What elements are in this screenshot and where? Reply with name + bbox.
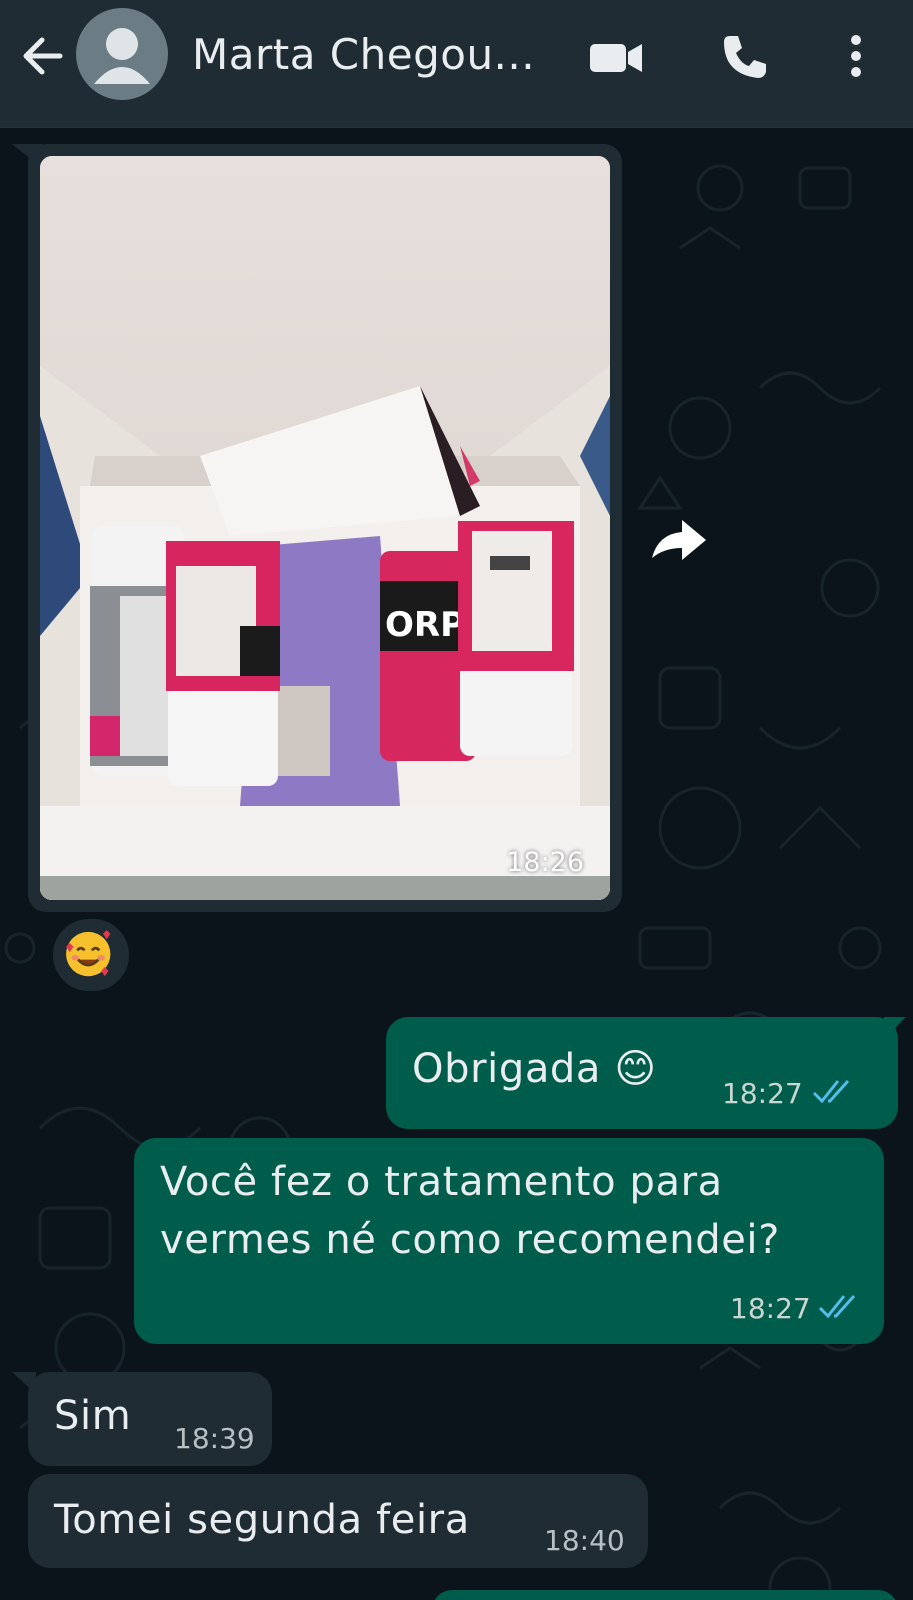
message-reaction[interactable]: [50, 916, 132, 994]
incoming-message[interactable]: Tomei segunda feira 18:40: [28, 1474, 648, 1568]
image-message[interactable]: ORP 18:26: [28, 144, 622, 912]
more-vertical-icon: [851, 35, 861, 77]
message-time: 18:40: [544, 1524, 625, 1557]
voice-call-button[interactable]: [714, 28, 774, 88]
contact-name[interactable]: Marta Chegou...: [192, 30, 535, 79]
message-text: Obrigada 😊: [412, 1046, 657, 1092]
smiling-face-with-hearts-icon: [66, 930, 111, 977]
message-text: Tomei segunda feira: [54, 1497, 470, 1543]
contact-avatar[interactable]: [76, 8, 168, 100]
back-button[interactable]: [16, 28, 72, 84]
forward-arrow-icon: [652, 520, 706, 560]
message-time: 18:27: [730, 1292, 811, 1325]
double-check-icon: [812, 1079, 850, 1104]
arrow-left-icon: [23, 37, 63, 75]
forward-button[interactable]: [646, 502, 722, 578]
video-call-button[interactable]: [586, 28, 646, 88]
svg-text:ORP: ORP: [385, 605, 465, 645]
chat-header: Marta Chegou...: [0, 0, 913, 128]
message-photo[interactable]: ORP 18:26: [40, 156, 610, 900]
message-text-line-1: Você fez o tratamento para: [160, 1159, 723, 1205]
outgoing-message-partial: [432, 1590, 898, 1600]
outgoing-message[interactable]: Obrigada 😊 18:27: [386, 1017, 898, 1129]
video-camera-icon: [590, 44, 642, 72]
person-icon: [94, 28, 150, 84]
double-check-icon: [818, 1294, 856, 1319]
message-text-line-2: vermes né como recomendei?: [160, 1217, 780, 1263]
message-time: 18:26: [506, 847, 584, 878]
phone-icon: [724, 36, 766, 78]
more-options-button[interactable]: [826, 28, 886, 88]
incoming-message[interactable]: Sim 18:39: [28, 1372, 272, 1466]
message-text: Sim: [54, 1393, 132, 1439]
outgoing-message[interactable]: Você fez o tratamento para vermes né com…: [134, 1138, 884, 1344]
message-time: 18:27: [722, 1077, 803, 1110]
message-time: 18:39: [174, 1422, 255, 1455]
